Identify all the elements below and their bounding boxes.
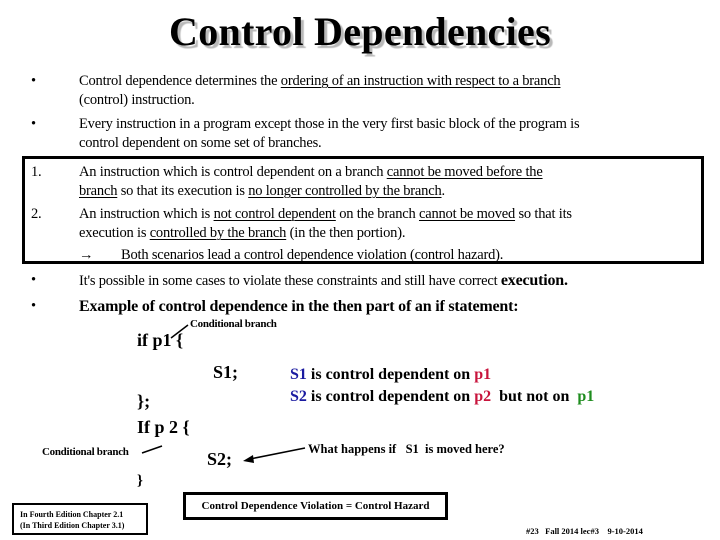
reference-line-1: In Fourth Edition Chapter 2.1: [20, 510, 124, 519]
hazard-box: Control Dependence Violation = Control H…: [183, 492, 448, 520]
arrow-line: [249, 447, 306, 460]
dependence-note-s2: S2 is control dependent on p2 but not on…: [290, 388, 594, 406]
reference-box: In Fourth Edition Chapter 2.1 (In Third …: [12, 503, 148, 535]
code-s1: S1;: [213, 362, 239, 382]
dependence-note-s1: S1 is control dependent on p1: [290, 366, 491, 384]
note-text: but not on: [491, 388, 574, 405]
reference-line-2: (In Third Edition Chapter 3.1): [20, 521, 125, 530]
var-p1: p1: [474, 366, 492, 383]
code-s2: S2;: [207, 449, 233, 469]
var-p1-green: p1: [577, 388, 595, 405]
code-close-1: };: [137, 391, 151, 411]
code-if-p2: If p 2 {: [137, 417, 190, 437]
note-text: is control dependent on: [306, 366, 475, 383]
conditional-branch-label-2: Conditional branch: [42, 446, 129, 458]
slide-footer: #23 Fall 2014 lec#3 9-10-2014: [526, 526, 643, 536]
pointer-line-p2: [141, 445, 163, 454]
annotation-lines: [141, 324, 306, 463]
code-if-p1: if p1 {: [137, 330, 184, 350]
what-happens-question: What happens if S1 is moved here?: [308, 442, 505, 456]
subject-s2: S2: [290, 388, 307, 405]
subject-s1: S1: [290, 366, 307, 383]
var-p2: p2: [474, 388, 492, 405]
conditional-branch-label-1: Conditional branch: [190, 318, 277, 330]
note-text: is control dependent on: [306, 388, 475, 405]
arrow-head-icon: [243, 455, 254, 463]
code-close-2: }: [137, 473, 143, 489]
